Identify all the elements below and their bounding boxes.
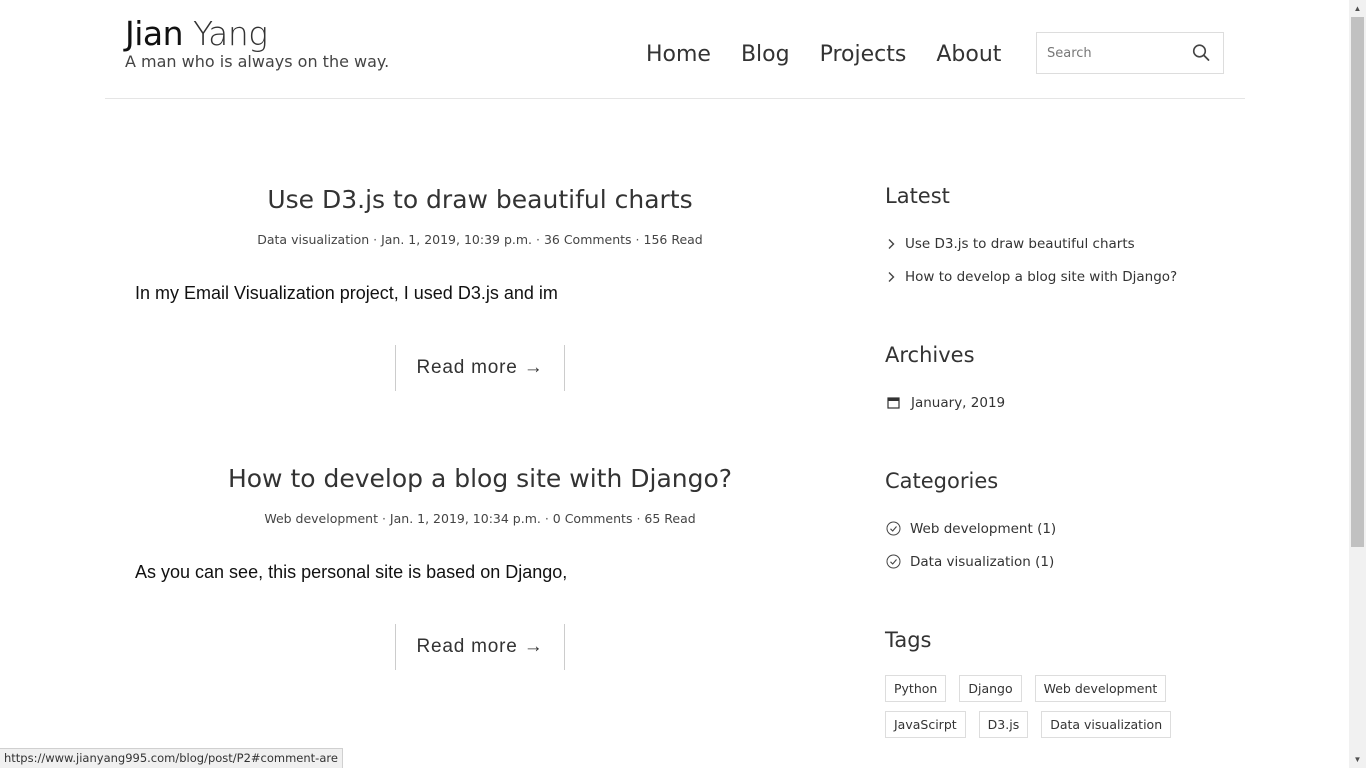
search-icon[interactable] [1191,43,1211,63]
tag-django[interactable]: Django [959,675,1022,702]
categories-list: Web development (1) Data visualization (… [885,512,1245,578]
check-circle-icon [885,554,901,570]
post-card: How to develop a blog site with Django? … [135,461,825,670]
post-title[interactable]: Use D3.js to draw beautiful charts [135,182,825,218]
post-comments[interactable]: 36 Comments [544,232,632,247]
read-more-wrap: Read more → [135,345,825,391]
post-date: Jan. 1, 2019, 10:34 p.m. [389,511,541,526]
scroll-thumb[interactable] [1351,17,1364,547]
tag-data-visualization[interactable]: Data visualization [1041,711,1172,738]
tag-d3js[interactable]: D3.js [978,711,1029,738]
nav-about[interactable]: About [936,38,1001,72]
category-item-label[interactable]: Web development (1) [910,521,1056,537]
widget-title: Tags [885,628,932,652]
calendar-icon [885,395,901,411]
post-reads: 156 Read [643,232,703,247]
meta-separator: · [369,232,382,247]
widget-title: Categories [885,469,999,493]
latest-item[interactable]: Use D3.js to draw beautiful charts [885,227,1245,260]
post-comments[interactable]: 0 Comments [553,511,633,526]
site-brand[interactable]: Jian Yang A man who is always on the way… [125,14,389,71]
tag-python[interactable]: Python [885,675,947,702]
latest-item[interactable]: How to develop a blog site with Django? [885,260,1245,293]
search-box [1036,32,1224,74]
latest-item-label[interactable]: Use D3.js to draw beautiful charts [905,236,1135,252]
scroll-down-arrow-icon[interactable]: ▼ [1349,751,1366,768]
site-tagline: A man who is always on the way. [125,52,390,71]
tag-web-development[interactable]: Web development [1034,675,1167,702]
nav-blog[interactable]: Blog [741,38,790,72]
post-excerpt: As you can see, this personal site is ba… [135,562,568,582]
post-excerpt: In my Email Visualization project, I use… [135,283,558,303]
status-bar-url: https://www.jianyang995.com/blog/post/P2… [0,748,343,768]
site-title-first: Jian [125,14,184,53]
read-more-button[interactable]: Read more → [395,624,565,670]
category-item[interactable]: Data visualization (1) [885,545,1245,578]
category-item[interactable]: Web development (1) [885,512,1245,545]
post-card: Use D3.js to draw beautiful charts Data … [135,182,825,391]
meta-separator: · [532,232,544,247]
meta-separator: · [540,511,553,526]
read-more-button[interactable]: Read more → [395,345,565,391]
site-header: Jian Yang A man who is always on the way… [105,0,1245,99]
post-meta: Web development · Jan. 1, 2019, 10:34 p.… [135,511,825,526]
widget-archives: Archives January, 2019 [885,341,1245,419]
archive-item[interactable]: January, 2019 [885,386,1245,419]
check-circle-icon [885,521,901,537]
widget-categories: Categories Web development (1) Data visu… [885,467,1245,578]
post-category[interactable]: Data visualization [257,232,369,247]
post-reads: 65 Read [644,511,696,526]
post-meta: Data visualization · Jan. 1, 2019, 10:39… [135,232,825,247]
browser-viewport: Jian Yang A man who is always on the way… [0,0,1366,768]
tag-javascript[interactable]: JavaScirpt [885,711,966,738]
meta-separator: · [632,511,645,526]
category-item-label[interactable]: Data visualization (1) [910,554,1054,570]
search-input[interactable] [1037,34,1177,72]
widget-title: Archives [885,343,975,367]
chevron-right-icon [885,269,896,285]
post-title[interactable]: How to develop a blog site with Django? [135,461,825,497]
post-date: Jan. 1, 2019, 10:39 p.m. [381,232,533,247]
meta-separator: · [631,232,644,247]
nav-home[interactable]: Home [646,38,711,72]
scroll-up-arrow-icon[interactable]: ▲ [1349,0,1366,17]
latest-item-label[interactable]: How to develop a blog site with Django? [905,269,1177,285]
archive-item-label[interactable]: January, 2019 [911,395,1005,411]
site-title[interactable]: Jian Yang [125,14,389,54]
page-scrollbar[interactable]: ▲ ▼ [1349,0,1366,768]
read-more-wrap: Read more → [135,624,825,670]
main-nav: Home Blog Projects About [646,38,1031,72]
nav-projects[interactable]: Projects [820,38,907,72]
post-category[interactable]: Web development [264,511,378,526]
widget-tags: Tags Python Django Web development JavaS… [885,626,1245,747]
latest-list: Use D3.js to draw beautiful charts How t… [885,227,1245,293]
site-title-last: Yang [193,14,268,53]
widget-latest: Latest Use D3.js to draw beautiful chart… [885,182,1245,293]
meta-separator: · [378,511,390,526]
archives-list: January, 2019 [885,386,1245,419]
chevron-right-icon [885,236,896,252]
tag-cloud: Python Django Web development JavaScirpt… [885,675,1255,747]
widget-title: Latest [885,184,950,208]
